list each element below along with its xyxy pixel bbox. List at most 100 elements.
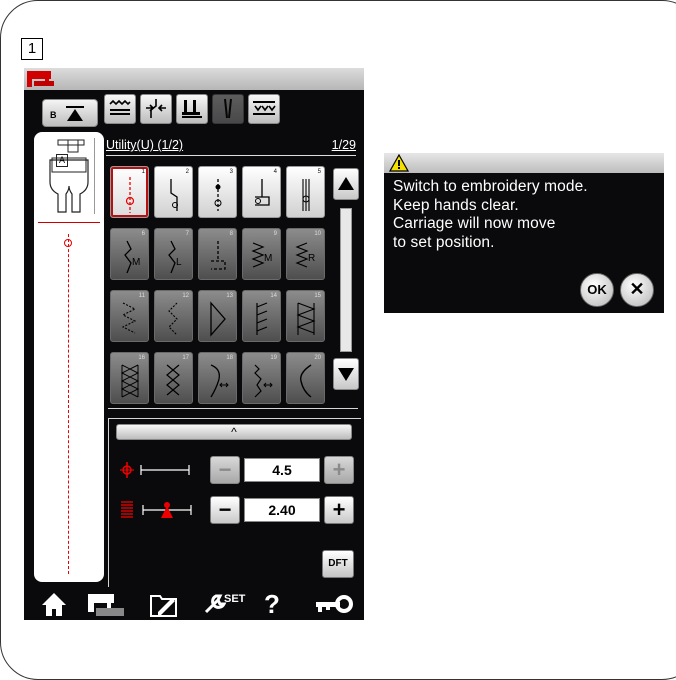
stitch-preview: A	[34, 132, 104, 582]
straight-stitch-icon	[125, 177, 135, 213]
needle-position-stepper: − 4.5 +	[210, 456, 354, 484]
bobbin-thread-icon	[253, 101, 276, 115]
stitch-line-preview	[68, 234, 69, 574]
pattern-button-2[interactable]: 2	[154, 166, 193, 218]
foot-pressure-button[interactable]	[176, 94, 208, 124]
foot-pressure-icon	[182, 100, 202, 118]
presser-foot-lift-button[interactable]: B	[42, 99, 98, 127]
svg-text:M: M	[264, 253, 272, 264]
stitch-pattern-icon	[255, 179, 270, 206]
feed-dog-button[interactable]	[104, 94, 136, 124]
needle-position-icon	[119, 460, 199, 485]
default-settings-button[interactable]: DFT	[322, 550, 354, 578]
stitch-pattern-icon	[214, 179, 222, 211]
step-number-box: 1	[21, 38, 43, 60]
stitch-pattern-icon	[300, 364, 312, 398]
pattern-button-6[interactable]: 6 M	[110, 228, 149, 280]
warning-icon	[389, 154, 409, 172]
presser-lift-icon	[66, 106, 84, 121]
stitch-direction-button[interactable]	[140, 94, 172, 124]
embroidery-mode-dialog: Switch to embroidery mode. Keep hands cl…	[384, 153, 664, 313]
dialog-line: Carriage will now move	[393, 215, 556, 232]
twin-needle-icon	[224, 98, 232, 119]
pattern-button-3[interactable]: 3	[198, 166, 237, 218]
category-header: Utility(U) (1/2) 1/29	[106, 138, 356, 152]
feed-dog-icon	[109, 99, 131, 115]
scroll-up-button[interactable]	[333, 168, 359, 200]
presser-foot-icon: A	[44, 138, 95, 214]
triangle-up-icon	[338, 177, 354, 190]
stitch-pattern-icon	[302, 179, 310, 211]
pattern-button-13[interactable]: 13	[198, 290, 237, 342]
twin-needle-button[interactable]	[212, 94, 244, 124]
bobbin-thread-button[interactable]	[248, 94, 280, 124]
stitch-pattern-icon: L	[168, 240, 182, 274]
pattern-button-4[interactable]: 4	[242, 166, 281, 218]
key-icon[interactable]	[314, 590, 354, 618]
svg-text:R: R	[308, 253, 315, 264]
stitch-pattern-icon	[296, 302, 316, 335]
pattern-button-10[interactable]: 10 R	[286, 228, 325, 280]
category-name: Utility(U) (1/2)	[106, 138, 184, 152]
stitch-pattern-icon	[256, 302, 268, 335]
pattern-button-8[interactable]: 8	[198, 228, 237, 280]
needle-position-plus-button[interactable]: +	[324, 456, 354, 484]
pattern-button-14[interactable]: 14	[242, 290, 281, 342]
scrollbar-track[interactable]	[340, 208, 352, 352]
cancel-button[interactable]: ✕	[620, 273, 654, 307]
stitch-pattern-icon: R	[295, 242, 315, 268]
stitch-pattern-icon	[168, 302, 178, 336]
category-underline	[106, 155, 356, 156]
sewing-mode-icon[interactable]	[86, 590, 126, 618]
thread-tension-stepper: − 2.40 +	[210, 496, 354, 524]
pattern-button-17[interactable]: 17	[154, 352, 193, 404]
pattern-button-11[interactable]: 11	[110, 290, 149, 342]
machine-screen: B A Utility(U) (1/2) 1/29 1 2 3 4 5 6 M …	[24, 68, 364, 620]
pattern-button-9[interactable]: 9 M	[242, 228, 281, 280]
stitch-pattern-icon	[166, 364, 180, 396]
preview-divider	[38, 222, 100, 223]
stitch-pattern-icon: M	[251, 242, 272, 268]
stitch-pattern-icon	[210, 364, 229, 398]
collapse-settings-button[interactable]: ^	[116, 424, 352, 440]
dialog-titlebar	[384, 153, 664, 173]
pattern-button-20[interactable]: 20	[286, 352, 325, 404]
open-file-icon[interactable]	[148, 590, 180, 618]
dialog-line: Switch to embroidery mode.	[393, 178, 588, 195]
pattern-button-18[interactable]: 18	[198, 352, 237, 404]
thread-tension-minus-button[interactable]: −	[210, 496, 240, 524]
dialog-line: to set position.	[393, 233, 495, 251]
section-separator	[108, 408, 358, 409]
dialog-line: Keep hands clear.	[393, 196, 519, 214]
thread-tension-icon	[119, 498, 199, 527]
pattern-button-16[interactable]: 16	[110, 352, 149, 404]
pattern-button-5[interactable]: 5	[286, 166, 325, 218]
stitch-pattern-icon	[210, 301, 226, 337]
stitch-pattern-icon	[254, 364, 273, 398]
svg-text:L: L	[176, 257, 182, 268]
triangle-down-icon	[338, 368, 354, 381]
pattern-button-19[interactable]: 19	[242, 352, 281, 404]
svg-text:M: M	[132, 257, 140, 268]
home-icon[interactable]	[40, 590, 68, 618]
presser-button-letter: B	[50, 110, 57, 120]
needle-position-minus-button[interactable]: −	[210, 456, 240, 484]
pattern-button-1[interactable]: 1	[110, 166, 149, 218]
set-icon[interactable]: SET	[202, 590, 250, 618]
scroll-down-button[interactable]	[333, 358, 359, 390]
pattern-button-7[interactable]: 7 L	[154, 228, 193, 280]
ok-button[interactable]: OK	[580, 273, 614, 307]
top-bar	[24, 68, 364, 90]
help-icon[interactable]: ?	[264, 590, 280, 618]
stitch-direction-icon	[146, 99, 166, 118]
stitch-pattern-icon	[120, 364, 140, 398]
pattern-button-15[interactable]: 15	[286, 290, 325, 342]
bottom-navigation-bar: SET ?	[24, 588, 364, 620]
stitch-pattern-icon	[170, 179, 178, 211]
pattern-button-12[interactable]: 12	[154, 290, 193, 342]
thread-tension-value: 2.40	[244, 498, 320, 522]
foot-letter: A	[56, 154, 68, 167]
thread-tension-plus-button[interactable]: +	[324, 496, 354, 524]
stitch-pattern-icon	[121, 302, 137, 334]
svg-text:SET: SET	[224, 593, 246, 605]
